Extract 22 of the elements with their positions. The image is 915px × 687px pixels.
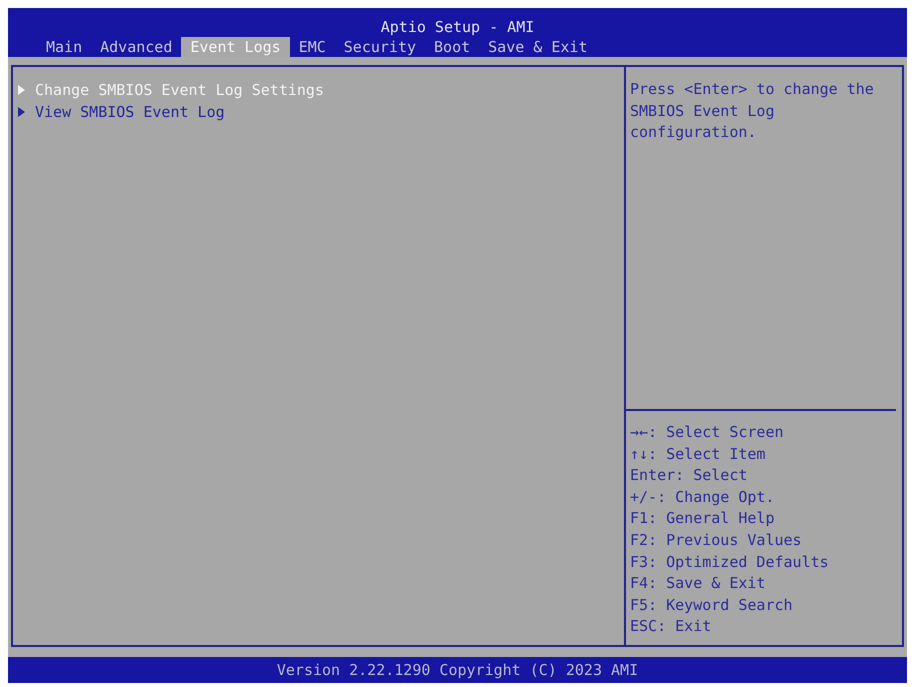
triangle-icon	[18, 85, 25, 95]
key-hint: ESC: Exit	[630, 616, 712, 638]
menu-tab[interactable]: Main	[37, 37, 92, 57]
key-hint: F4: Save & Exit	[630, 573, 766, 594]
menu-tab[interactable]: Save & Exit	[479, 37, 596, 57]
key-hint: F2: Previous Values	[630, 530, 802, 551]
key-hint: ↑↓: Select Item	[630, 444, 766, 465]
key-hint: F3: Optimized Defaults	[630, 552, 829, 573]
triangle-icon	[18, 107, 25, 117]
menu-tab[interactable]: Advanced	[91, 37, 182, 57]
key-hint: +/-: Change Opt.	[630, 486, 774, 508]
menu-tab[interactable]: Boot	[425, 37, 480, 57]
window-title: Aptio Setup - AMI	[380, 17, 534, 37]
key-hint: F5: Keyword Search	[630, 594, 793, 616]
version-text: Version 2.22.1290 Copyright (C) 2023 AMI	[276, 660, 638, 681]
key-hint: F1: General Help	[630, 508, 774, 530]
menu-tab[interactable]: EMC	[290, 37, 335, 57]
key-hint: →←: Select Screen	[630, 422, 784, 443]
help-text: Press <Enter> to change the SMBIOS Event Log configuration.	[630, 79, 875, 143]
menu-item[interactable]: View SMBIOS Event Log	[18, 101, 225, 123]
key-hint: Enter: Select	[630, 465, 748, 486]
menu-tab[interactable]: Security	[334, 37, 426, 57]
